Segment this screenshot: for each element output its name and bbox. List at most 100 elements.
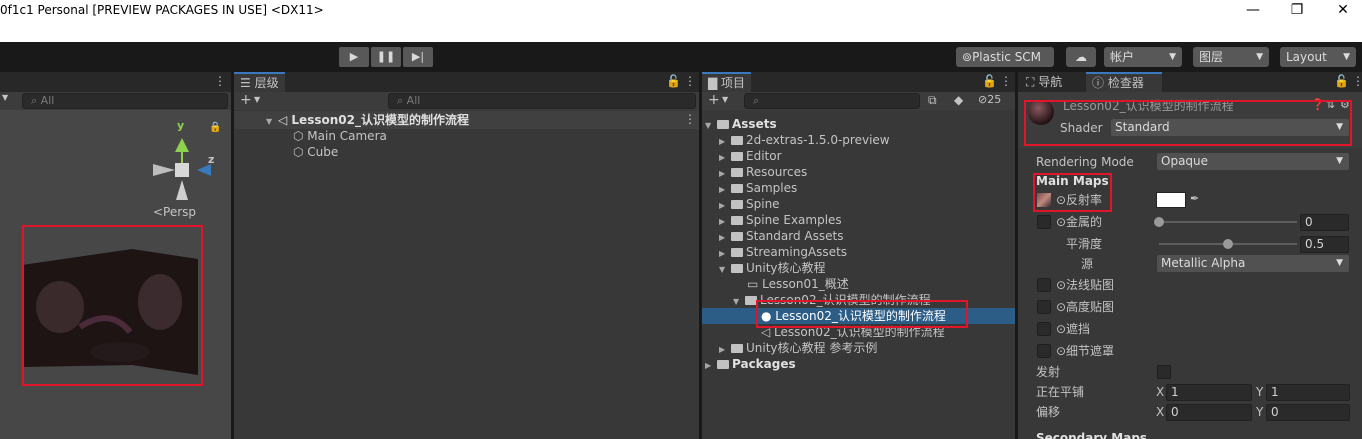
- account-dropdown[interactable]: 帐户 ▼: [1104, 47, 1182, 67]
- project-item-lesson01[interactable]: ▭ Lesson01_概述: [747, 276, 849, 292]
- chevron-down-icon[interactable]: ▼: [722, 95, 728, 104]
- persp-label[interactable]: <Persp: [153, 205, 196, 219]
- occlusion-label: ⊙遮挡: [1056, 322, 1091, 336]
- step-button[interactable]: ▶|: [403, 47, 433, 67]
- more-menu-icon[interactable]: ⋮: [1352, 74, 1362, 88]
- scene-header-row[interactable]: ▼ ◁ Lesson02_认识模型的制作流程 ⋮: [234, 111, 700, 129]
- scene-view[interactable]: y z 🔒 <Persp: [0, 110, 231, 439]
- hidden-packages-toggle[interactable]: ⊘25: [978, 93, 1001, 106]
- detail-mask-slot[interactable]: [1037, 344, 1051, 358]
- plastic-icon: ⊚: [962, 50, 973, 64]
- folder-icon: [731, 248, 743, 257]
- smoothness-slider-handle[interactable]: [1223, 239, 1233, 249]
- project-item-folder[interactable]: ▶ Spine: [719, 196, 780, 212]
- metallic-slider[interactable]: [1159, 221, 1297, 223]
- scene-root-item[interactable]: ▼ ◁ Lesson02_认识模型的制作流程: [266, 112, 469, 128]
- folder-icon: [731, 168, 743, 177]
- menu-bar-area: [0, 22, 1362, 42]
- folder-icon: [731, 136, 743, 145]
- tab-hierarchy[interactable]: ☰ 层级: [234, 72, 285, 92]
- hierarchy-item-cube[interactable]: ⬡ Cube: [293, 144, 338, 160]
- lock-icon[interactable]: 🔓: [666, 74, 681, 88]
- source-dropdown[interactable]: Metallic Alpha ▼: [1157, 255, 1349, 272]
- eyedropper-icon[interactable]: ✒: [1190, 192, 1199, 205]
- chevron-down-icon[interactable]: ▼: [2, 93, 8, 102]
- lock-icon[interactable]: 🔒: [209, 122, 221, 133]
- metallic-slider-handle[interactable]: [1154, 217, 1164, 227]
- open-folder-icon: [731, 264, 743, 273]
- gameobject-icon: ⬡: [293, 129, 308, 143]
- tiling-x-field[interactable]: 1: [1166, 384, 1252, 401]
- gameobject-icon: ⬡: [293, 145, 308, 159]
- add-button[interactable]: +: [708, 92, 720, 108]
- add-button[interactable]: +: [240, 92, 252, 108]
- occlusion-slot[interactable]: [1037, 322, 1051, 336]
- more-menu-icon[interactable]: ⋮: [684, 74, 696, 88]
- chevron-down-icon: ▼: [1336, 156, 1343, 166]
- tab-inspector[interactable]: ⓘ 检查器: [1086, 72, 1162, 92]
- search-icon: ⌕: [31, 94, 41, 107]
- project-item-folder[interactable]: ▶ StreamingAssets: [719, 244, 847, 260]
- project-item-folder[interactable]: ▶ 2d-extras-1.5.0-preview: [719, 132, 890, 148]
- project-item-folder[interactable]: ▶ Editor: [719, 148, 782, 164]
- project-item-folder[interactable]: ▶ Standard Assets: [719, 228, 843, 244]
- project-item-packages[interactable]: ▶ Packages: [705, 356, 796, 372]
- chevron-down-icon: ▼: [719, 265, 726, 274]
- play-button[interactable]: ▶: [339, 47, 369, 67]
- project-item-folder[interactable]: ▶ Resources: [719, 164, 807, 180]
- scene-search-input[interactable]: ⌕ All: [22, 93, 228, 109]
- lock-icon[interactable]: 🔓: [982, 74, 997, 88]
- project-item-assets[interactable]: ▼ Assets: [705, 116, 777, 132]
- pause-button[interactable]: ❚❚: [371, 47, 401, 67]
- project-item-unity-folder[interactable]: ▼ Unity核心教程: [719, 260, 826, 276]
- hierarchy-item-main-camera[interactable]: ⬡ Main Camera: [293, 128, 387, 144]
- project-item-folder[interactable]: ▶ Samples: [719, 180, 797, 196]
- plastic-scm-button[interactable]: ⊚Plastic SCM: [956, 47, 1054, 67]
- emission-checkbox[interactable]: [1157, 365, 1171, 379]
- tab-navigation[interactable]: ⛶ 导航: [1020, 72, 1068, 92]
- rendering-mode-dropdown[interactable]: Opaque ▼: [1157, 153, 1349, 170]
- smoothness-value-field[interactable]: 0.5: [1300, 236, 1349, 253]
- emission-label: 发射: [1036, 365, 1061, 379]
- layout-dropdown[interactable]: Layout ▼: [1280, 47, 1356, 67]
- metallic-label: ⊙金属的: [1056, 215, 1103, 229]
- layers-dropdown[interactable]: 图层 ▼: [1193, 47, 1269, 67]
- eye-slash-icon: ⊘: [978, 93, 988, 106]
- close-button[interactable]: ✕: [1320, 0, 1362, 22]
- lock-icon[interactable]: 🔓: [1334, 74, 1349, 88]
- project-search-input[interactable]: ⌕: [744, 93, 920, 109]
- scene-gizmo[interactable]: [145, 120, 220, 215]
- maximize-button[interactable]: ❐: [1274, 0, 1320, 22]
- minimize-button[interactable]: —: [1230, 0, 1276, 22]
- hierarchy-search-input[interactable]: ⌕ All: [388, 93, 696, 109]
- hierarchy-tabbar: ☰ 层级 🔓 ⋮: [234, 72, 700, 92]
- albedo-color-swatch[interactable]: [1156, 192, 1186, 208]
- offset-x-field[interactable]: 0: [1166, 404, 1252, 421]
- chevron-down-icon[interactable]: ▼: [254, 95, 260, 104]
- more-menu-icon[interactable]: ⋮: [214, 74, 226, 88]
- metallic-value-field[interactable]: 0: [1300, 214, 1349, 231]
- normal-map-slot[interactable]: [1037, 278, 1051, 292]
- cloud-button[interactable]: ☁: [1066, 47, 1096, 67]
- chevron-down-icon: ▼: [705, 121, 712, 130]
- metallic-texture-slot[interactable]: [1037, 215, 1051, 229]
- height-map-slot[interactable]: [1037, 300, 1051, 314]
- project-item-folder[interactable]: ▶ Spine Examples: [719, 212, 842, 228]
- folder-icon: [717, 360, 729, 369]
- offset-y-field[interactable]: 0: [1266, 404, 1350, 421]
- folder-icon: [731, 232, 743, 241]
- cloud-icon: ☁: [1075, 50, 1087, 64]
- folder-icon: ▇: [708, 76, 722, 90]
- label-icon[interactable]: ◆: [954, 93, 963, 107]
- more-menu-icon[interactable]: ⋮: [1000, 74, 1012, 88]
- hierarchy-toolbar: + ▼ ⌕ All: [234, 92, 700, 110]
- shader-highlight-box: [1024, 100, 1352, 146]
- detail-mask-label: ⊙细节遮罩: [1056, 344, 1115, 358]
- tab-project[interactable]: ▇ 项目: [702, 72, 752, 92]
- folder-icon: [731, 152, 743, 161]
- filter-type-icon[interactable]: ⧉: [928, 93, 937, 108]
- tiling-y-field[interactable]: 1: [1266, 384, 1350, 401]
- height-map-label: ⊙高度贴图: [1056, 300, 1115, 314]
- more-menu-icon[interactable]: ⋮: [684, 112, 696, 126]
- project-item-unity-ref[interactable]: ▶ Unity核心教程 参考示例: [719, 340, 877, 356]
